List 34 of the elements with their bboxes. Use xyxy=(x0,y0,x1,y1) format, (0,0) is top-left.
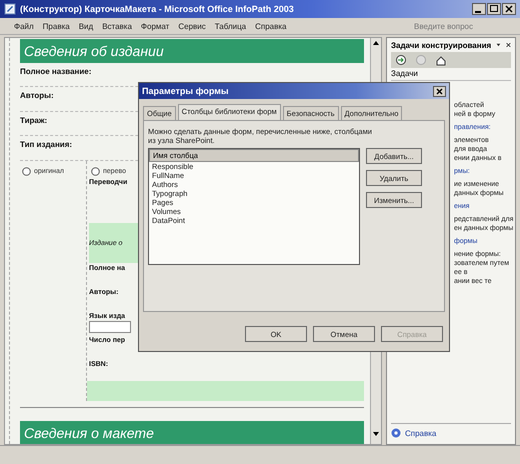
field-label: Тираж: xyxy=(20,116,48,125)
menu-item[interactable]: Таблица xyxy=(214,22,246,30)
maximize-icon[interactable] xyxy=(487,3,501,15)
menu-item[interactable]: Файл xyxy=(14,22,34,30)
home-icon[interactable] xyxy=(435,54,447,66)
radio-icon[interactable] xyxy=(22,167,31,176)
input-field[interactable] xyxy=(89,320,131,333)
help-link[interactable]: Справка xyxy=(405,428,436,438)
dropdown-icon[interactable] xyxy=(496,41,502,49)
app-icon xyxy=(4,3,16,15)
section-header: Сведения об издании xyxy=(20,39,364,63)
close-icon[interactable] xyxy=(433,86,446,96)
radio-icon[interactable] xyxy=(91,167,100,176)
field-label: Полное название: xyxy=(20,67,92,76)
close-icon[interactable] xyxy=(506,41,511,49)
field-label: Авторы: xyxy=(20,91,54,100)
scroll-down-icon[interactable] xyxy=(372,430,380,438)
back-icon[interactable] xyxy=(395,54,407,66)
section-title: Задачи xyxy=(391,69,511,81)
menu-item[interactable]: Справка xyxy=(255,22,287,30)
field-label: Тип издания: xyxy=(20,140,72,150)
menu-item[interactable]: Правка xyxy=(42,22,70,30)
close-icon[interactable] xyxy=(502,3,516,15)
window-title: (Конструктор) КарточкаМакета - Microsoft Office InfoPath 2003 xyxy=(20,4,295,14)
menu-item[interactable]: Сервис xyxy=(178,22,206,30)
pane-title: Задачи конструирования xyxy=(391,40,492,50)
menu-item[interactable]: Вид xyxy=(78,22,94,30)
minimize-icon[interactable] xyxy=(472,3,486,15)
scroll-up-icon[interactable] xyxy=(372,39,380,47)
section-header: Сведения о макете xyxy=(20,421,364,444)
menu-item[interactable]: Формат xyxy=(140,22,170,30)
help-icon xyxy=(391,428,401,438)
menu-item[interactable]: Вставка xyxy=(102,22,132,30)
dialog-title: Параметры формы xyxy=(142,86,229,96)
